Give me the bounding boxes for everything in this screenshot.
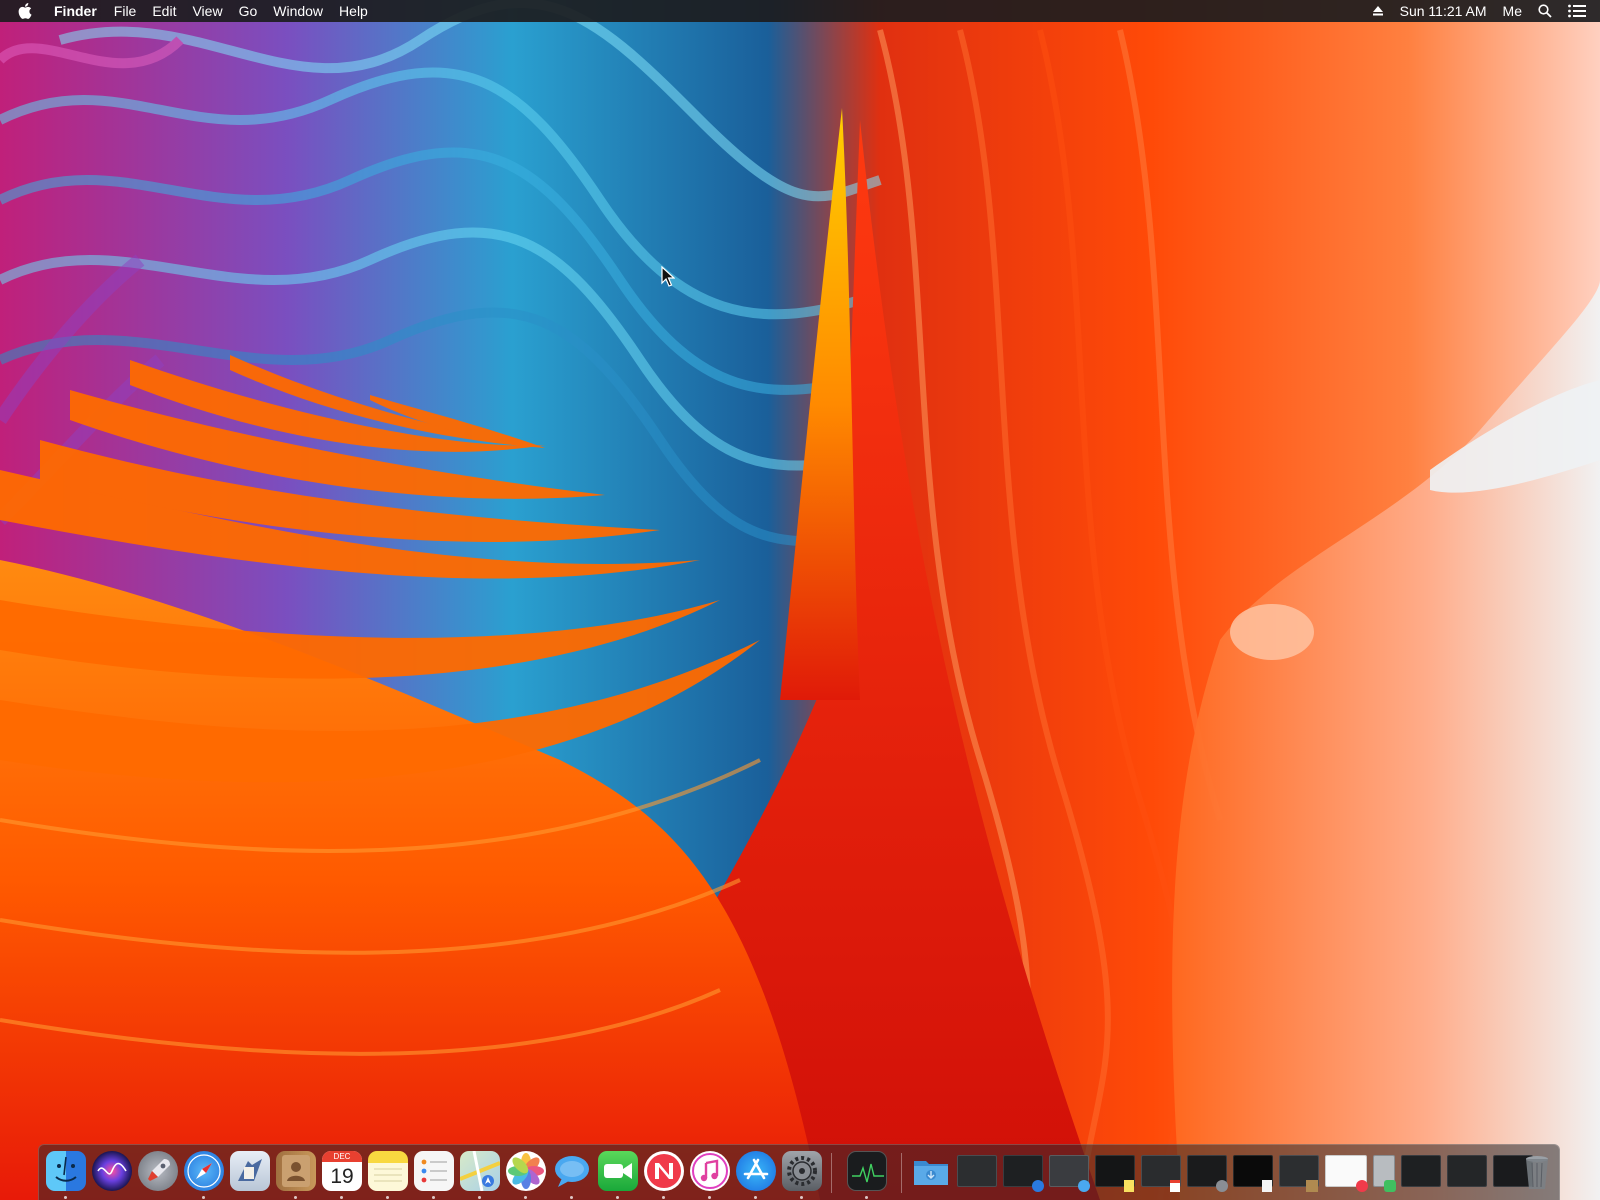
menu-file[interactable]: File — [114, 0, 137, 22]
running-indicator — [202, 1196, 205, 1199]
notification-center-icon[interactable] — [1568, 4, 1586, 18]
minimized-window-5[interactable] — [1141, 1155, 1181, 1192]
running-indicator — [570, 1196, 573, 1199]
running-indicator — [662, 1196, 665, 1199]
trash-icon — [1526, 1156, 1548, 1189]
dock: DEC 19 — [38, 1144, 1560, 1200]
reminders-icon — [421, 1159, 447, 1183]
notes-icon — [374, 1168, 402, 1182]
running-indicator — [64, 1196, 67, 1199]
running-indicator — [616, 1196, 619, 1199]
minimized-window-1[interactable] — [957, 1155, 997, 1187]
dock-separator — [831, 1153, 832, 1193]
running-indicator — [386, 1196, 389, 1199]
folder-icon — [914, 1161, 948, 1185]
minimized-window-8[interactable] — [1279, 1155, 1319, 1192]
dock-safari[interactable] — [184, 1151, 224, 1191]
dock-activity-monitor[interactable] — [847, 1151, 887, 1191]
dock-music[interactable] — [690, 1151, 730, 1191]
facetime-badge-icon — [1384, 1180, 1396, 1192]
contacts-icon — [282, 1155, 310, 1187]
dock-photos[interactable] — [506, 1151, 546, 1191]
music-icon — [692, 1153, 728, 1189]
notes-badge-icon — [1124, 1180, 1134, 1192]
dock-maps[interactable] — [460, 1151, 500, 1191]
dock-separator — [901, 1153, 902, 1193]
dock-notes[interactable] — [368, 1151, 408, 1191]
dock-reminders[interactable] — [414, 1151, 454, 1191]
menu-bar: Finder File Edit View Go Window Help Sun… — [0, 0, 1600, 22]
minimized-window-10[interactable] — [1373, 1155, 1396, 1192]
minimized-window-2[interactable] — [1003, 1155, 1044, 1192]
calendar-month: DEC — [322, 1151, 362, 1162]
photos-icon — [508, 1153, 544, 1189]
minimized-window-3[interactable] — [1049, 1155, 1090, 1192]
activity-monitor-icon — [852, 1163, 884, 1183]
minimized-window-11[interactable] — [1401, 1155, 1441, 1187]
dock-siri[interactable] — [92, 1151, 132, 1191]
dock-messages[interactable] — [552, 1151, 592, 1191]
running-indicator — [865, 1196, 868, 1199]
siri-icon — [97, 1162, 127, 1175]
running-indicator — [754, 1196, 757, 1199]
mail-icon — [238, 1159, 262, 1181]
news-badge-icon — [1356, 1180, 1368, 1192]
messages-icon — [555, 1156, 589, 1187]
running-indicator — [524, 1196, 527, 1199]
running-indicator — [708, 1196, 711, 1199]
finder-icon — [55, 1156, 77, 1182]
running-indicator — [432, 1196, 435, 1199]
safari-badge-icon — [1032, 1180, 1044, 1192]
mouse-cursor-icon — [661, 266, 675, 287]
launchpad-icon — [148, 1159, 170, 1181]
dock-news[interactable] — [644, 1151, 684, 1191]
dock-finder[interactable] — [46, 1151, 86, 1191]
dock-system-preferences[interactable] — [782, 1151, 822, 1191]
menu-window[interactable]: Window — [273, 0, 323, 22]
eject-icon[interactable] — [1372, 5, 1384, 17]
app-store-icon — [743, 1158, 769, 1180]
dock-trash[interactable] — [1517, 1151, 1557, 1191]
minimized-window-12[interactable] — [1447, 1155, 1487, 1187]
reminders-badge-icon — [1262, 1180, 1272, 1192]
calendar-badge-icon — [1170, 1180, 1180, 1192]
minimized-window-6[interactable] — [1187, 1155, 1228, 1192]
dock-facetime[interactable] — [598, 1151, 638, 1191]
running-indicator — [340, 1196, 343, 1199]
facetime-icon — [604, 1163, 632, 1179]
dock-app-store[interactable] — [736, 1151, 776, 1191]
maps-icon — [460, 1151, 500, 1191]
menu-go[interactable]: Go — [239, 0, 258, 22]
dock-contacts[interactable] — [276, 1151, 316, 1191]
menu-edit[interactable]: Edit — [152, 0, 176, 22]
running-indicator — [800, 1196, 803, 1199]
dock-calendar[interactable]: DEC 19 — [322, 1151, 362, 1191]
running-indicator — [294, 1196, 297, 1199]
running-indicator — [478, 1196, 481, 1199]
desktop-wallpaper — [0, 0, 1600, 1200]
news-icon — [647, 1154, 681, 1188]
menu-clock[interactable]: Sun 11:21 AM — [1400, 0, 1487, 22]
apple-logo-icon[interactable] — [18, 3, 32, 19]
system-preferences-badge-icon — [1216, 1180, 1228, 1192]
dock-launchpad[interactable] — [138, 1151, 178, 1191]
safari-icon — [187, 1154, 221, 1188]
calendar-day: 19 — [330, 1165, 354, 1188]
menu-help[interactable]: Help — [339, 0, 368, 22]
minimized-window-9[interactable] — [1325, 1155, 1368, 1192]
minimized-window-7[interactable] — [1233, 1155, 1273, 1192]
messages-badge-icon — [1078, 1180, 1090, 1192]
app-menu-finder[interactable]: Finder — [54, 0, 97, 22]
menu-view[interactable]: View — [192, 0, 222, 22]
system-preferences-icon — [787, 1156, 817, 1186]
user-menu[interactable]: Me — [1503, 0, 1522, 22]
minimized-window-4[interactable] — [1095, 1155, 1135, 1192]
dock-downloads-folder[interactable] — [911, 1151, 951, 1191]
contacts-badge-icon — [1306, 1180, 1318, 1192]
spotlight-search-icon[interactable] — [1538, 4, 1552, 18]
dock-mail[interactable] — [230, 1151, 270, 1191]
